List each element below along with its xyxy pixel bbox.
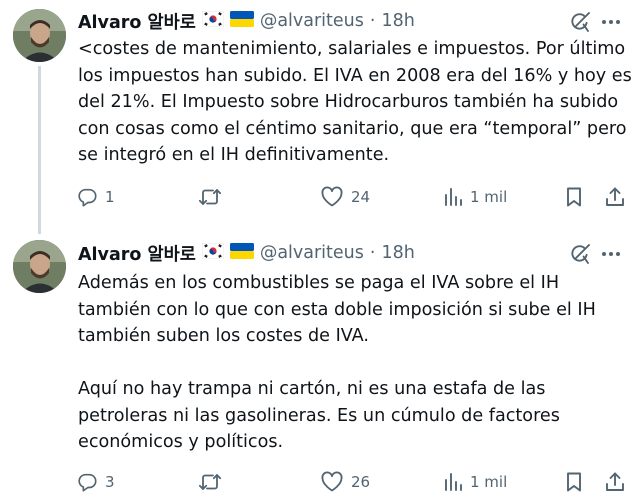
ukraine-flag-icon (229, 242, 254, 264)
views-icon (443, 471, 463, 493)
reply-count: 1 (105, 188, 115, 206)
like-icon (320, 186, 344, 208)
separator-dot: · (369, 243, 376, 263)
views-count: 1 mil (470, 473, 508, 491)
tweet-text: <costes de mantenimiento, salariales e i… (78, 39, 638, 165)
tweet-header: Alvaro 알바로 @alvariteus · 18h (78, 8, 415, 34)
tweet-actions: 3 26 1 mil (76, 469, 632, 495)
reply-icon (76, 186, 98, 208)
south-korea-flag-icon (201, 10, 225, 32)
bookmark-button[interactable] (564, 184, 584, 210)
share-button[interactable] (604, 469, 626, 495)
display-name[interactable]: Alvaro 알바로 (78, 241, 196, 266)
more-icon[interactable] (598, 241, 624, 267)
retweet-icon (198, 471, 222, 493)
views-count: 1 mil (470, 188, 508, 206)
bookmark-icon (564, 186, 584, 208)
thread-line (38, 66, 41, 234)
like-button[interactable]: 24 (320, 184, 370, 210)
views-icon (443, 186, 463, 208)
reply-button[interactable]: 3 (76, 469, 115, 495)
tweet-text: Además en los combustibles se paga el IV… (78, 273, 596, 452)
avatar[interactable] (13, 240, 66, 293)
south-korea-flag-icon (201, 242, 225, 264)
reply-icon (76, 471, 98, 493)
display-name[interactable]: Alvaro 알바로 (78, 9, 196, 34)
bookmark-button[interactable] (564, 469, 584, 495)
handle[interactable]: @alvariteus (260, 11, 364, 31)
share-icon (604, 186, 626, 208)
avatar[interactable] (13, 9, 66, 62)
retweet-icon (198, 186, 222, 208)
like-icon (320, 471, 344, 493)
share-button[interactable] (604, 184, 626, 210)
reply-count: 3 (105, 473, 115, 491)
handle[interactable]: @alvariteus (260, 243, 364, 263)
tweet-actions: 1 24 1 mil (76, 184, 632, 210)
more-icon[interactable] (598, 9, 624, 35)
grok-icon[interactable] (568, 242, 592, 266)
ukraine-flag-icon (229, 10, 254, 32)
views-button[interactable]: 1 mil (443, 184, 507, 210)
separator-dot: · (369, 11, 376, 31)
retweet-button[interactable] (198, 469, 229, 495)
grok-icon[interactable] (568, 10, 592, 34)
tweet-header: Alvaro 알바로 @alvariteus · 18h (78, 240, 415, 266)
like-count: 26 (351, 473, 371, 491)
share-icon (604, 471, 626, 493)
timestamp[interactable]: 18h (381, 11, 414, 31)
reply-button[interactable]: 1 (76, 184, 115, 210)
bookmark-icon (564, 471, 584, 493)
timestamp[interactable]: 18h (381, 243, 414, 263)
views-button[interactable]: 1 mil (443, 469, 507, 495)
retweet-button[interactable] (198, 184, 229, 210)
like-button[interactable]: 26 (320, 469, 370, 495)
like-count: 24 (351, 188, 371, 206)
